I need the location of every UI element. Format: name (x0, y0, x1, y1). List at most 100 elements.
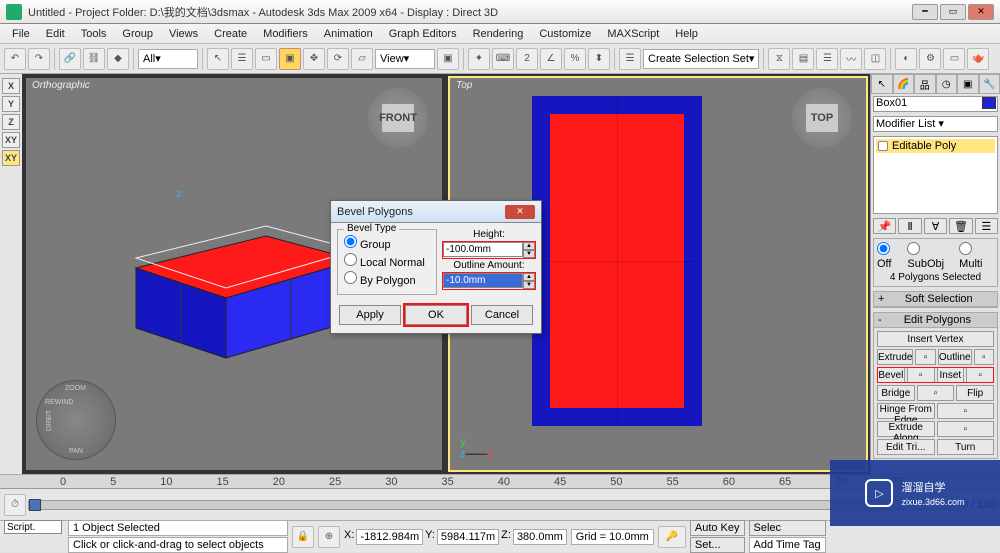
layers-button[interactable]: ☰ (816, 48, 838, 70)
selection-lock-button[interactable]: Selec (749, 520, 826, 536)
time-slider[interactable] (28, 500, 960, 510)
hierarchy-tab-icon[interactable]: 品 (914, 74, 936, 94)
auto-key-button[interactable]: Auto Key (690, 520, 745, 536)
outline-down-icon[interactable]: ▼ (523, 281, 535, 289)
soft-selection-rollout[interactable]: +Soft Selection (873, 291, 998, 308)
remove-mod-button[interactable]: 🗑 (949, 218, 972, 234)
display-tab-icon[interactable]: ▣ (957, 74, 979, 94)
select-by-name-button[interactable]: ☰ (231, 48, 253, 70)
cancel-button[interactable]: Cancel (471, 305, 533, 325)
hinge-settings-button[interactable]: ▫ (937, 403, 995, 419)
menu-edit[interactable]: Edit (38, 26, 73, 42)
create-tab-icon[interactable]: ↖ (871, 74, 893, 94)
axis-z-button[interactable]: Z (2, 114, 20, 130)
menu-maxscript[interactable]: MAXScript (599, 26, 667, 42)
ref-coord-dropdown[interactable]: View ▾ (375, 49, 435, 69)
undo-button[interactable]: ↶ (4, 48, 26, 70)
menu-file[interactable]: File (4, 26, 38, 42)
menu-modifiers[interactable]: Modifiers (255, 26, 316, 42)
show-end-button[interactable]: Ⅱ (898, 218, 921, 234)
key-button[interactable]: 🔑 (658, 526, 686, 548)
outline-button[interactable]: Outline (938, 349, 972, 365)
keyboard-shortcut-button[interactable]: ⌨ (492, 48, 514, 70)
abs-transform-button[interactable]: ⊕ (318, 526, 340, 548)
menu-tools[interactable]: Tools (73, 26, 115, 42)
link-button[interactable]: 🔗 (59, 48, 81, 70)
spinner-snap-button[interactable]: ⬍ (588, 48, 610, 70)
height-input[interactable] (443, 242, 523, 257)
modify-tab-icon[interactable]: 🌈 (893, 74, 915, 94)
align-button[interactable]: ▤ (792, 48, 814, 70)
menu-animation[interactable]: Animation (316, 26, 381, 42)
extrude-settings-button[interactable]: ▫ (915, 349, 935, 365)
menu-group[interactable]: Group (114, 26, 161, 42)
height-spinner[interactable]: ▲▼ (443, 242, 535, 258)
redo-button[interactable]: ↷ (28, 48, 50, 70)
pin-stack-button[interactable]: 📌 (873, 218, 896, 234)
object-color-swatch[interactable] (982, 97, 996, 109)
axis-x-button[interactable]: X (2, 78, 20, 94)
steering-wheel[interactable]: ZOOM REWIND ORBIT PAN (36, 380, 116, 460)
bevel-button[interactable]: Bevel (877, 367, 905, 383)
render-button[interactable]: 🫖 (967, 48, 989, 70)
hinge-button[interactable]: Hinge From Edge (877, 403, 935, 419)
edit-tri-button[interactable]: Edit Tri... (877, 439, 935, 455)
dialog-close-button[interactable]: ✕ (505, 205, 535, 219)
coord-x-field[interactable]: -1812.984m (356, 529, 423, 545)
bevel-settings-button[interactable]: ▫ (907, 367, 935, 383)
menu-customize[interactable]: Customize (531, 26, 599, 42)
extrude-spline-settings-button[interactable]: ▫ (937, 421, 995, 437)
edit-named-sel-button[interactable]: ☰ (619, 48, 641, 70)
flip-button[interactable]: Flip (956, 385, 994, 401)
inset-settings-button[interactable]: ▫ (966, 367, 994, 383)
extrude-spline-button[interactable]: Extrude Along Spline (877, 421, 935, 437)
outline-spinner[interactable]: ▲▼ (443, 273, 535, 289)
object-name-field[interactable]: Box01 (873, 96, 998, 112)
height-up-icon[interactable]: ▲ (523, 242, 535, 250)
maxscript-listener[interactable]: Script. (4, 520, 62, 534)
apply-button[interactable]: Apply (339, 305, 401, 325)
curve-editor-button[interactable]: 〰 (840, 48, 862, 70)
outline-up-icon[interactable]: ▲ (523, 273, 535, 281)
schematic-button[interactable]: ◫ (864, 48, 886, 70)
menu-views[interactable]: Views (161, 26, 206, 42)
bevel-type-local-normal-radio[interactable]: Local Normal (344, 252, 430, 270)
maximize-button[interactable]: ▭ (940, 4, 966, 20)
minimize-button[interactable]: ━ (912, 4, 938, 20)
mirror-button[interactable]: ⧖ (768, 48, 790, 70)
set-key-button[interactable]: Set... (690, 537, 745, 553)
material-editor-button[interactable]: ◐ (895, 48, 917, 70)
modifier-stack[interactable]: Editable Poly (873, 136, 998, 214)
menu-create[interactable]: Create (206, 26, 255, 42)
insert-vertex-button[interactable]: Insert Vertex (877, 331, 994, 347)
axis-y-button[interactable]: Y (2, 96, 20, 112)
select-scale-button[interactable]: ▱ (351, 48, 373, 70)
rectangular-region-button[interactable]: ▭ (255, 48, 277, 70)
turn-button[interactable]: Turn (937, 439, 995, 455)
utilities-tab-icon[interactable]: 🔧 (979, 74, 1000, 94)
named-selection-dropdown[interactable]: Create Selection Set ▾ (643, 49, 759, 69)
window-crossing-button[interactable]: ▣ (279, 48, 301, 70)
height-down-icon[interactable]: ▼ (523, 250, 535, 258)
bevel-type-by-polygon-radio[interactable]: By Polygon (344, 270, 430, 288)
rendered-frame-button[interactable]: ▭ (943, 48, 965, 70)
menu-graph-editors[interactable]: Graph Editors (381, 26, 465, 42)
axis-xy2-button[interactable]: XY (2, 150, 20, 166)
selection-filter-dropdown[interactable]: All ▾ (138, 49, 198, 69)
use-center-button[interactable]: ▣ (437, 48, 459, 70)
percent-snap-button[interactable]: % (564, 48, 586, 70)
extrude-button[interactable]: Extrude (877, 349, 913, 365)
bridge-settings-button[interactable]: ▫ (917, 385, 955, 401)
manipulate-button[interactable]: ✦ (468, 48, 490, 70)
make-unique-button[interactable]: ∀ (924, 218, 947, 234)
outline-settings-button[interactable]: ▫ (974, 349, 994, 365)
stack-item-editable-poly[interactable]: Editable Poly (892, 140, 956, 152)
inset-button[interactable]: Inset (937, 367, 965, 383)
coord-z-field[interactable]: 380.0mm (513, 529, 567, 545)
time-config-button[interactable]: ⏱ (4, 494, 26, 516)
close-button[interactable]: ✕ (968, 4, 994, 20)
menu-help[interactable]: Help (667, 26, 706, 42)
select-move-button[interactable]: ✥ (303, 48, 325, 70)
snap-2d-button[interactable]: 2 (516, 48, 538, 70)
modifier-list-dropdown[interactable]: Modifier List ▾ (873, 116, 998, 132)
